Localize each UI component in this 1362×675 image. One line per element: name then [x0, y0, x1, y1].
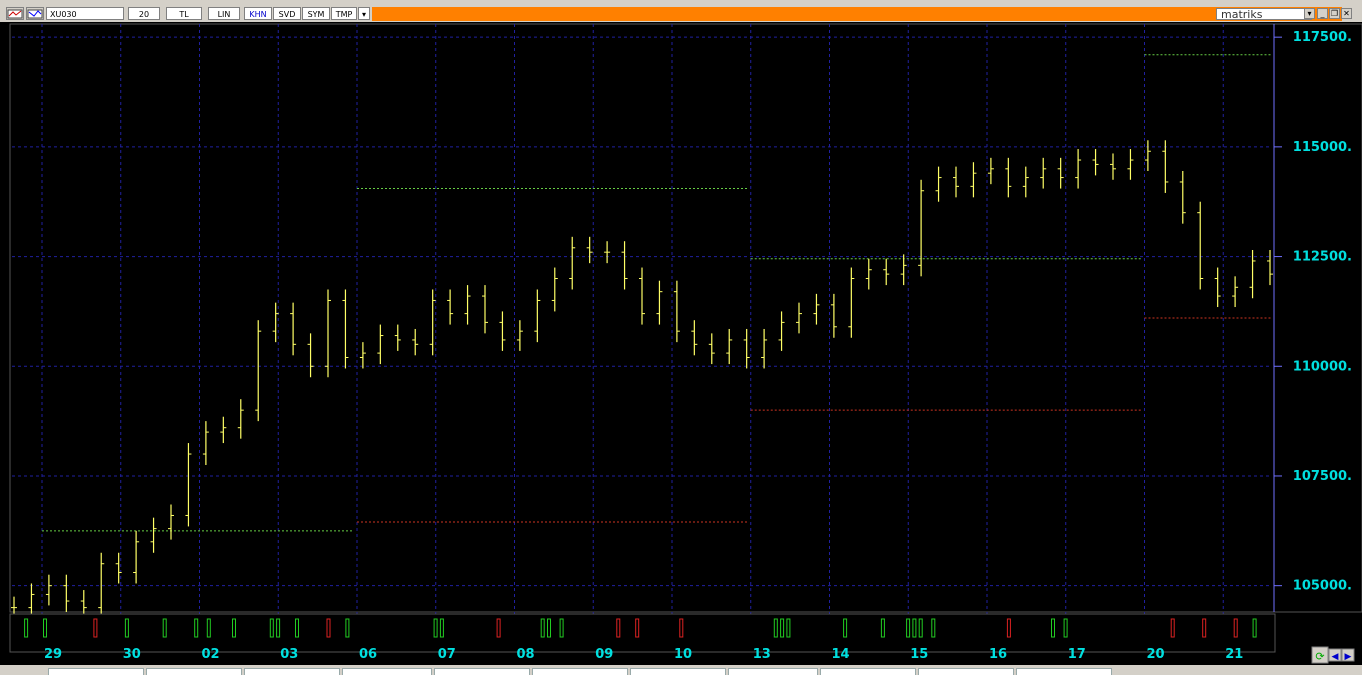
date-label: 08 — [517, 647, 535, 662]
scale-button[interactable]: LIN — [208, 7, 240, 20]
date-label: 10 — [674, 647, 692, 662]
price-tick-label: 105000. — [1293, 579, 1352, 594]
chart-menu-icon[interactable] — [6, 7, 24, 20]
brand-dropdown-button[interactable]: ▾ — [1304, 8, 1315, 19]
date-label: 06 — [359, 647, 377, 662]
date-label: 03 — [280, 647, 298, 662]
restore-button[interactable]: ❐ — [1329, 8, 1340, 19]
date-label: 15 — [910, 647, 928, 662]
date-label: 02 — [202, 647, 220, 662]
chevron-down-icon: ▾ — [1307, 9, 1312, 18]
chevron-down-icon: ▾ — [361, 10, 366, 19]
close-button[interactable]: ✕ — [1341, 8, 1352, 19]
arrow-right-icon: ▶ — [1345, 652, 1352, 662]
svd-button[interactable]: SVD — [273, 7, 301, 20]
price-tick-label: 107500. — [1293, 469, 1352, 484]
date-label: 21 — [1225, 647, 1243, 662]
chart-thumbnail-icon — [7, 9, 23, 19]
price-tick-label: 112500. — [1293, 250, 1352, 265]
minimize-icon: _ — [1320, 9, 1325, 18]
minimize-button[interactable]: _ — [1317, 8, 1328, 19]
ohlc-chart[interactable]: 117500. 115000. 112500. 110000. 107500. 10500… — [0, 22, 1362, 665]
date-label: 29 — [44, 647, 62, 662]
tmp-button[interactable]: TMP — [331, 7, 357, 20]
date-label: 16 — [989, 647, 1007, 662]
tmp-dropdown-button[interactable]: ▾ — [358, 7, 370, 20]
arrow-left-icon: ◀ — [1332, 652, 1339, 662]
date-label: 07 — [438, 647, 456, 662]
indicator-thumbnail-icon — [27, 9, 43, 19]
price-tick-label: 110000. — [1293, 359, 1352, 374]
date-label: 17 — [1068, 647, 1086, 662]
currency-button[interactable]: TL — [166, 7, 202, 20]
sym-button[interactable]: SYM — [302, 7, 330, 20]
chart-background — [0, 22, 1362, 665]
restore-icon: ❐ — [1330, 9, 1339, 18]
refresh-icon: ⟳ — [1315, 650, 1324, 663]
date-label: 14 — [832, 647, 850, 662]
date-label: 20 — [1147, 647, 1165, 662]
date-label: 09 — [595, 647, 613, 662]
date-label: 13 — [753, 647, 771, 662]
price-tick-label: 115000. — [1293, 140, 1352, 155]
price-tick-label: 117500. — [1293, 30, 1352, 45]
title-strip — [372, 7, 1342, 21]
brand-logo: matriks — [1216, 8, 1312, 20]
chart-toolbar: XU030 20 TL LIN KHN SVD SYM TMP ▾ matrik… — [0, 0, 1362, 23]
date-label: 30 — [123, 647, 141, 662]
symbol-field[interactable]: XU030 — [46, 7, 124, 20]
khn-button[interactable]: KHN — [244, 7, 272, 20]
indicator-menu-icon[interactable] — [26, 7, 44, 20]
close-icon: ✕ — [1343, 9, 1350, 18]
period-field[interactable]: 20 — [128, 7, 160, 20]
